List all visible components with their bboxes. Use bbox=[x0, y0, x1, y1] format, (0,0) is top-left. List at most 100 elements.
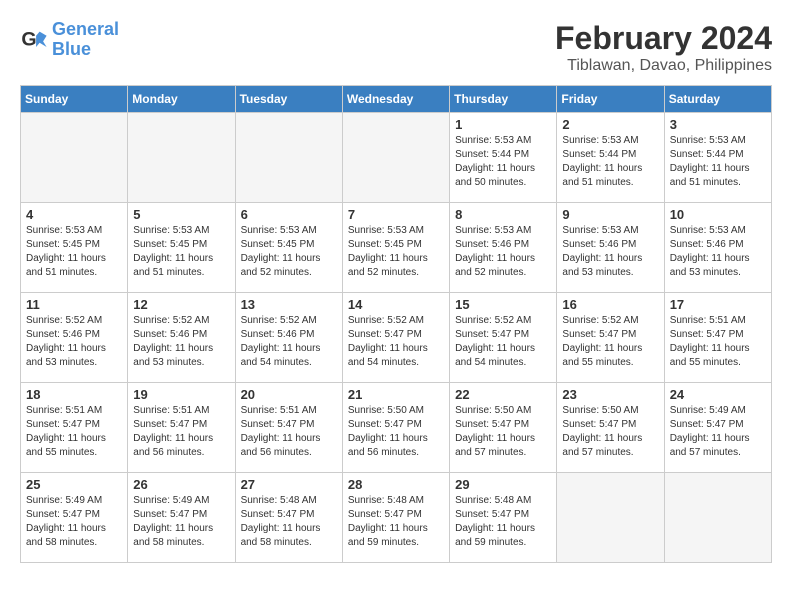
day-number: 23 bbox=[562, 387, 658, 402]
day-info: Sunrise: 5:53 AMSunset: 5:45 PMDaylight:… bbox=[348, 224, 444, 280]
day-number: 26 bbox=[133, 477, 229, 492]
day-info: Sunrise: 5:48 AMSunset: 5:47 PMDaylight:… bbox=[241, 494, 337, 550]
day-info: Sunrise: 5:49 AMSunset: 5:47 PMDaylight:… bbox=[26, 494, 122, 550]
logo-general: General bbox=[52, 19, 119, 39]
calendar-cell: 24 Sunrise: 5:49 AMSunset: 5:47 PMDayligh… bbox=[664, 383, 771, 473]
day-number: 2 bbox=[562, 117, 658, 132]
day-info: Sunrise: 5:49 AMSunset: 5:47 PMDaylight:… bbox=[133, 494, 229, 550]
week-row-2: 4 Sunrise: 5:53 AMSunset: 5:45 PMDaylight… bbox=[21, 203, 772, 293]
title-block: February 2024 Tiblawan, Davao, Philippin… bbox=[555, 20, 772, 75]
day-info: Sunrise: 5:53 AMSunset: 5:44 PMDaylight:… bbox=[670, 134, 766, 190]
day-number: 21 bbox=[348, 387, 444, 402]
day-info: Sunrise: 5:51 AMSunset: 5:47 PMDaylight:… bbox=[133, 404, 229, 460]
page-header: G General Blue February 2024 Tiblawan, D… bbox=[20, 20, 772, 75]
calendar-cell: 15 Sunrise: 5:52 AMSunset: 5:47 PMDayligh… bbox=[450, 293, 557, 383]
calendar-cell: 18Sunrise: 5:51 AMSunset: 5:47 PMDayligh… bbox=[21, 383, 128, 473]
day-info: Sunrise: 5:50 AMSunset: 5:47 PMDaylight:… bbox=[562, 404, 658, 460]
day-number: 27 bbox=[241, 477, 337, 492]
day-number: 14 bbox=[348, 297, 444, 312]
day-info: Sunrise: 5:53 AMSunset: 5:46 PMDaylight:… bbox=[670, 224, 766, 280]
day-number: 9 bbox=[562, 207, 658, 222]
weekday-wednesday: Wednesday bbox=[342, 86, 449, 113]
calendar-cell bbox=[21, 113, 128, 203]
calendar-cell bbox=[235, 113, 342, 203]
week-row-3: 11 Sunrise: 5:52 AMSunset: 5:46 PMDayligh… bbox=[21, 293, 772, 383]
calendar-body: 1 Sunrise: 5:53 AMSunset: 5:44 PMDaylight… bbox=[21, 113, 772, 563]
day-number: 28 bbox=[348, 477, 444, 492]
day-info: Sunrise: 5:51 AMSunset: 5:47 PMDaylight:… bbox=[670, 314, 766, 370]
svg-text:G: G bbox=[21, 28, 36, 50]
day-number: 1 bbox=[455, 117, 551, 132]
day-number: 3 bbox=[670, 117, 766, 132]
day-info: Sunrise: 5:50 AMSunset: 5:47 PMDaylight:… bbox=[455, 404, 551, 460]
day-info: Sunrise: 5:53 AMSunset: 5:45 PMDaylight:… bbox=[133, 224, 229, 280]
calendar-cell: 21 Sunrise: 5:50 AMSunset: 5:47 PMDayligh… bbox=[342, 383, 449, 473]
week-row-5: 25 Sunrise: 5:49 AMSunset: 5:47 PMDayligh… bbox=[21, 473, 772, 563]
day-info: Sunrise: 5:48 AMSunset: 5:47 PMDaylight:… bbox=[455, 494, 551, 550]
day-number: 18 bbox=[26, 387, 122, 402]
calendar-table: SundayMondayTuesdayWednesdayThursdayFrid… bbox=[20, 85, 772, 563]
calendar-cell bbox=[664, 473, 771, 563]
logo: G General Blue bbox=[20, 20, 119, 60]
calendar-cell: 3 Sunrise: 5:53 AMSunset: 5:44 PMDaylight… bbox=[664, 113, 771, 203]
location: Tiblawan, Davao, Philippines bbox=[555, 57, 772, 75]
calendar-cell: 27 Sunrise: 5:48 AMSunset: 5:47 PMDayligh… bbox=[235, 473, 342, 563]
day-number: 25 bbox=[26, 477, 122, 492]
calendar-cell: 1 Sunrise: 5:53 AMSunset: 5:44 PMDaylight… bbox=[450, 113, 557, 203]
day-info: Sunrise: 5:51 AMSunset: 5:47 PMDaylight:… bbox=[241, 404, 337, 460]
calendar-cell: 20Sunrise: 5:51 AMSunset: 5:47 PMDayligh… bbox=[235, 383, 342, 473]
calendar-cell: 10 Sunrise: 5:53 AMSunset: 5:46 PMDayligh… bbox=[664, 203, 771, 293]
day-number: 24 bbox=[670, 387, 766, 402]
weekday-header-row: SundayMondayTuesdayWednesdayThursdayFrid… bbox=[21, 86, 772, 113]
calendar-cell: 29Sunrise: 5:48 AMSunset: 5:47 PMDayligh… bbox=[450, 473, 557, 563]
calendar-cell: 11 Sunrise: 5:52 AMSunset: 5:46 PMDayligh… bbox=[21, 293, 128, 383]
calendar-cell: 23 Sunrise: 5:50 AMSunset: 5:47 PMDayligh… bbox=[557, 383, 664, 473]
calendar-cell: 4 Sunrise: 5:53 AMSunset: 5:45 PMDaylight… bbox=[21, 203, 128, 293]
day-number: 16 bbox=[562, 297, 658, 312]
logo-icon: G bbox=[20, 26, 48, 54]
logo-text: General Blue bbox=[52, 20, 119, 60]
day-number: 12 bbox=[133, 297, 229, 312]
day-info: Sunrise: 5:52 AMSunset: 5:46 PMDaylight:… bbox=[133, 314, 229, 370]
calendar-cell: 19 Sunrise: 5:51 AMSunset: 5:47 PMDayligh… bbox=[128, 383, 235, 473]
day-number: 5 bbox=[133, 207, 229, 222]
day-info: Sunrise: 5:50 AMSunset: 5:47 PMDaylight:… bbox=[348, 404, 444, 460]
day-number: 19 bbox=[133, 387, 229, 402]
weekday-monday: Monday bbox=[128, 86, 235, 113]
logo-blue: Blue bbox=[52, 39, 91, 59]
day-info: Sunrise: 5:52 AMSunset: 5:47 PMDaylight:… bbox=[348, 314, 444, 370]
day-info: Sunrise: 5:53 AMSunset: 5:44 PMDaylight:… bbox=[455, 134, 551, 190]
calendar-cell: 6Sunrise: 5:53 AMSunset: 5:45 PMDaylight… bbox=[235, 203, 342, 293]
month-year: February 2024 bbox=[555, 20, 772, 57]
calendar-cell: 28 Sunrise: 5:48 AMSunset: 5:47 PMDayligh… bbox=[342, 473, 449, 563]
week-row-1: 1 Sunrise: 5:53 AMSunset: 5:44 PMDaylight… bbox=[21, 113, 772, 203]
day-number: 22 bbox=[455, 387, 551, 402]
day-info: Sunrise: 5:53 AMSunset: 5:46 PMDaylight:… bbox=[562, 224, 658, 280]
calendar-cell: 22 Sunrise: 5:50 AMSunset: 5:47 PMDayligh… bbox=[450, 383, 557, 473]
day-info: Sunrise: 5:52 AMSunset: 5:46 PMDaylight:… bbox=[26, 314, 122, 370]
day-number: 10 bbox=[670, 207, 766, 222]
weekday-saturday: Saturday bbox=[664, 86, 771, 113]
calendar-cell: 5 Sunrise: 5:53 AMSunset: 5:45 PMDaylight… bbox=[128, 203, 235, 293]
day-info: Sunrise: 5:53 AMSunset: 5:46 PMDaylight:… bbox=[455, 224, 551, 280]
day-info: Sunrise: 5:48 AMSunset: 5:47 PMDaylight:… bbox=[348, 494, 444, 550]
calendar-cell: 8 Sunrise: 5:53 AMSunset: 5:46 PMDaylight… bbox=[450, 203, 557, 293]
calendar-cell: 2Sunrise: 5:53 AMSunset: 5:44 PMDaylight… bbox=[557, 113, 664, 203]
day-number: 8 bbox=[455, 207, 551, 222]
calendar-cell: 13Sunrise: 5:52 AMSunset: 5:46 PMDayligh… bbox=[235, 293, 342, 383]
day-number: 11 bbox=[26, 297, 122, 312]
calendar-cell: 14 Sunrise: 5:52 AMSunset: 5:47 PMDayligh… bbox=[342, 293, 449, 383]
week-row-4: 18 Sunrise: 5:51 AMSunset: 5:47 PMDayligh… bbox=[21, 383, 772, 473]
calendar-cell: 7Sunrise: 5:53 AMSunset: 5:45 PMDaylight… bbox=[342, 203, 449, 293]
day-info: Sunrise: 5:53 AMSunset: 5:45 PMDaylight:… bbox=[241, 224, 337, 280]
day-info: Sunrise: 5:49 AMSunset: 5:47 PMDaylight:… bbox=[670, 404, 766, 460]
calendar-cell: 26 Sunrise: 5:49 AMSunset: 5:47 PMDayligh… bbox=[128, 473, 235, 563]
day-number: 4 bbox=[26, 207, 122, 222]
calendar-cell bbox=[342, 113, 449, 203]
calendar-cell: 17Sunrise: 5:51 AMSunset: 5:47 PMDayligh… bbox=[664, 293, 771, 383]
calendar-cell bbox=[128, 113, 235, 203]
day-info: Sunrise: 5:52 AMSunset: 5:47 PMDaylight:… bbox=[455, 314, 551, 370]
day-info: Sunrise: 5:53 AMSunset: 5:45 PMDaylight:… bbox=[26, 224, 122, 280]
weekday-tuesday: Tuesday bbox=[235, 86, 342, 113]
day-number: 15 bbox=[455, 297, 551, 312]
